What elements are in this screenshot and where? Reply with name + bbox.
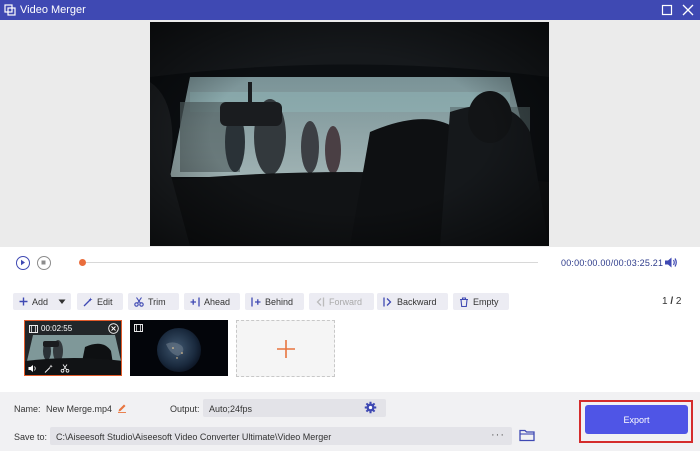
behind-label: Behind xyxy=(265,296,294,307)
clip-volume-icon[interactable] xyxy=(28,364,38,373)
add-label: Add xyxy=(32,296,49,307)
forward-button[interactable]: Forward xyxy=(309,293,374,310)
file-name: New Merge.mp4 xyxy=(46,404,113,414)
play-icon xyxy=(21,259,25,266)
page-indicator: 1 / 2 xyxy=(662,296,681,307)
title-bar xyxy=(0,0,700,20)
ahead-label: Ahead xyxy=(204,296,231,307)
behind-button[interactable]: Behind xyxy=(245,293,304,310)
trash-icon xyxy=(460,296,468,307)
backward-icon xyxy=(383,297,392,306)
add-clip-placeholder[interactable] xyxy=(236,320,335,377)
remove-clip-icon[interactable] xyxy=(108,323,119,334)
clip-trim-icon[interactable] xyxy=(60,364,70,373)
insert-behind-icon xyxy=(251,297,261,306)
clip-effect-icon[interactable] xyxy=(44,364,54,373)
backward-label: Backward xyxy=(397,296,437,307)
browse-path-button[interactable]: ··· xyxy=(484,427,512,445)
forward-label: Forward xyxy=(329,296,363,307)
clip-2-image xyxy=(130,320,228,376)
film-icon xyxy=(29,325,38,333)
close-icon[interactable] xyxy=(680,2,696,18)
play-button[interactable] xyxy=(16,256,30,270)
backward-button[interactable]: Backward xyxy=(377,293,448,310)
film-icon xyxy=(134,324,143,332)
clip-thumbnail[interactable] xyxy=(130,320,228,376)
empty-label: Empty xyxy=(473,296,499,307)
save-to-label: Save to: xyxy=(14,432,48,442)
output-label: Output: xyxy=(170,404,200,414)
trim-button[interactable]: Trim xyxy=(128,293,179,310)
volume-icon[interactable] xyxy=(664,256,678,269)
gear-icon[interactable] xyxy=(364,401,377,414)
video-preview xyxy=(150,22,549,246)
forward-icon xyxy=(316,297,325,306)
output-value: Auto;24fps xyxy=(209,404,253,414)
page-current: 1 xyxy=(662,296,668,307)
app-icon xyxy=(4,4,16,16)
clip-duration: 00:02:55 xyxy=(41,324,73,333)
save-path-value: C:\Aiseesoft Studio\Aiseesoft Video Conv… xyxy=(56,432,332,442)
time-readout: 00:00:00.00/00:03:25.21 xyxy=(561,258,664,268)
pencil-icon[interactable] xyxy=(117,403,127,413)
name-label: Name: xyxy=(14,404,41,414)
scissors-icon xyxy=(134,296,144,307)
plus-icon xyxy=(277,340,295,358)
stop-button[interactable] xyxy=(37,256,51,270)
stop-icon xyxy=(41,260,46,265)
maximize-icon[interactable] xyxy=(660,3,674,17)
ahead-button[interactable]: Ahead xyxy=(184,293,240,310)
magic-wand-icon xyxy=(83,297,93,306)
edit-label: Edit xyxy=(97,296,113,307)
page-total: 2 xyxy=(675,296,682,307)
window-title: Video Merger xyxy=(20,4,86,16)
trim-label: Trim xyxy=(148,296,166,307)
export-button[interactable]: Export xyxy=(585,405,688,434)
plus-icon xyxy=(19,297,28,306)
folder-icon[interactable] xyxy=(519,428,535,442)
add-button[interactable]: Add xyxy=(13,293,71,310)
empty-button[interactable]: Empty xyxy=(453,293,509,310)
edit-button[interactable]: Edit xyxy=(77,293,123,310)
clip-thumbnail[interactable]: 00:02:55 xyxy=(24,320,122,376)
page-separator: / xyxy=(670,296,674,307)
timeline-track[interactable] xyxy=(82,262,538,263)
dropdown-arrow-icon xyxy=(58,299,66,304)
insert-ahead-icon xyxy=(190,297,200,306)
timeline-playhead[interactable] xyxy=(79,259,86,266)
